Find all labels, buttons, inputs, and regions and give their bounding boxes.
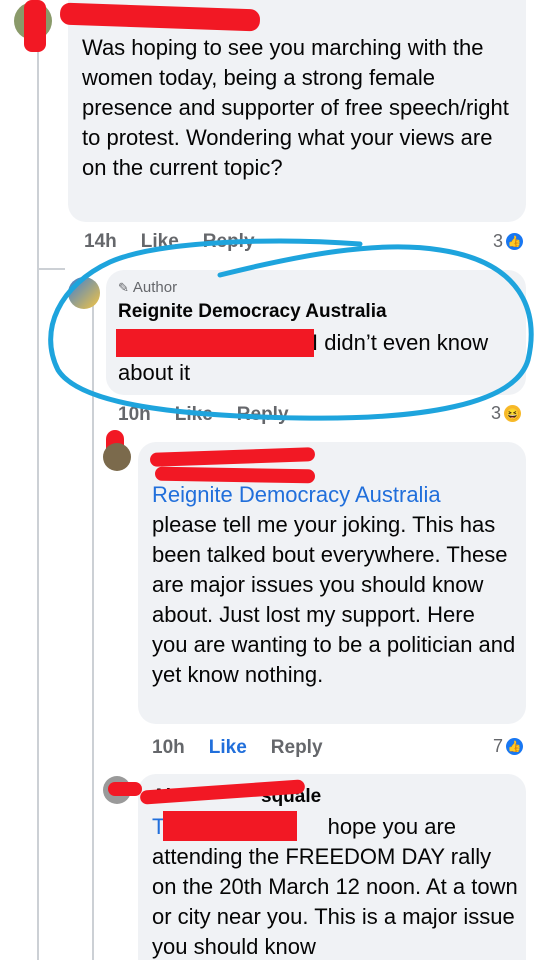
redaction-block [116, 329, 314, 357]
comment-actions: 10h Like Reply [152, 737, 323, 759]
reaction-summary[interactable]: 3 😆 [491, 403, 522, 424]
comment-bubble: ✎ Author Reignite Democracy Australia I … [106, 270, 526, 395]
avatar[interactable] [68, 277, 100, 309]
redaction-block [163, 811, 297, 841]
comment-body: attending the FREEDOM DAY rally on the 2… [152, 844, 518, 959]
reaction-summary[interactable]: 3 👍 [493, 231, 524, 252]
comment-text: I didn’t even know [312, 330, 489, 355]
comment-actions: 14h Like Reply [84, 231, 255, 253]
reply-button[interactable]: Reply [203, 231, 255, 253]
thread-line-connector [37, 268, 65, 270]
reply-button[interactable]: Reply [271, 737, 323, 759]
comment-bubble: Reignite Democracy Australia please tell… [138, 442, 526, 724]
redaction-mark [154, 466, 316, 484]
comment-timestamp[interactable]: 10h [152, 737, 185, 759]
like-button[interactable]: Like [175, 404, 213, 426]
haha-icon: 😆 [504, 405, 522, 422]
mention-link[interactable]: Reignite Democracy Australia [152, 482, 441, 507]
reaction-summary[interactable]: 7 👍 [493, 736, 524, 757]
redaction-mark [24, 0, 46, 52]
comment-body: please tell me your joking. This has bee… [152, 512, 516, 687]
comment-text: Was hoping to see you marching with the … [82, 35, 509, 180]
reaction-count: 3 [493, 231, 504, 251]
avatar[interactable] [103, 443, 131, 471]
comment-timestamp[interactable]: 10h [118, 404, 151, 426]
comment-text: about it [118, 360, 191, 385]
author-badge-label: Author [132, 279, 178, 296]
like-button[interactable]: Like [209, 737, 247, 759]
comment-text: Reignite Democracy Australia please tell… [152, 480, 516, 690]
reply-button[interactable]: Reply [237, 404, 289, 426]
comment-bubble: Alsquale T hope you are attending the FR… [138, 774, 526, 960]
thread-line-main [37, 48, 39, 960]
comment-bubble: Was hoping to see you marching with the … [68, 0, 526, 222]
thread-line-nested [92, 300, 94, 960]
redaction-mark [108, 782, 142, 796]
like-icon: 👍 [506, 738, 524, 755]
author-badge: ✎ Author [118, 279, 177, 296]
like-button[interactable]: Like [141, 231, 179, 253]
comment-author[interactable]: Reignite Democracy Australia [118, 301, 387, 323]
comment-actions: 10h Like Reply [118, 404, 289, 426]
reaction-count: 3 [491, 403, 502, 423]
like-icon: 👍 [506, 233, 524, 250]
pencil-icon: ✎ [118, 279, 129, 295]
comment-timestamp[interactable]: 14h [84, 231, 117, 253]
reaction-count: 7 [493, 736, 504, 756]
